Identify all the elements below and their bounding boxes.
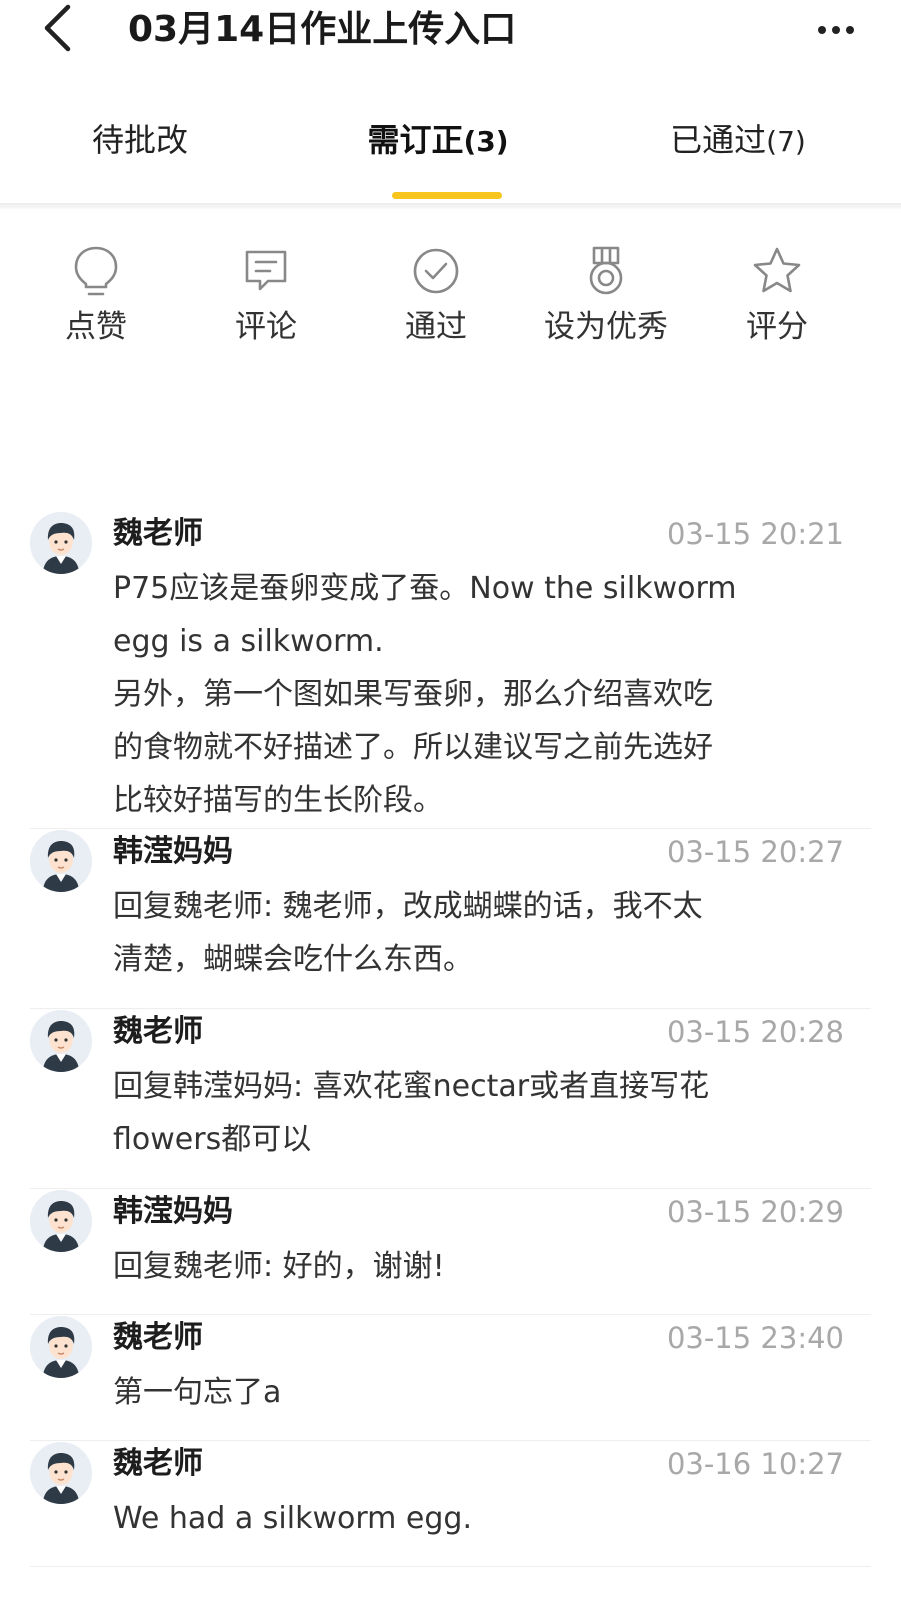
approve-button[interactable]: 通过 bbox=[356, 245, 516, 365]
top-bar: 03月14日作业上传入口 bbox=[0, 0, 901, 62]
comment-text-line: flowers都可以 bbox=[113, 1122, 312, 1157]
tab-count: (3) bbox=[463, 125, 509, 158]
comment-list: 魏老师 03-15 20:21 P75应该是蚕卵变成了蚕。Now the silkw… bbox=[0, 510, 901, 1567]
rate-button[interactable]: 评分 bbox=[697, 245, 857, 365]
comment-timestamp: 03-15 23:40 bbox=[666, 1321, 844, 1355]
tab-label: 需订正 bbox=[367, 121, 464, 159]
action-bar: 点赞 评论 通过 设为优秀 评分 bbox=[0, 245, 901, 365]
comment-text-line: P75应该是蚕卵变成了蚕。Now the silkworm bbox=[113, 571, 737, 606]
comment-item[interactable]: 魏老师 03-15 23:40 第一句忘了a bbox=[0, 1314, 901, 1441]
comment-text-line: 第一句忘了a bbox=[113, 1375, 282, 1410]
comment-timestamp: 03-15 20:21 bbox=[666, 517, 844, 551]
tab-pending-review[interactable]: 待批改 bbox=[92, 118, 188, 162]
comment-text: P75应该是蚕卵变成了蚕。Now the silkworm egg is a si… bbox=[113, 562, 833, 827]
comment-timestamp: 03-16 10:27 bbox=[666, 1447, 844, 1481]
lightbulb-icon bbox=[70, 245, 122, 297]
comment-timestamp: 03-15 20:29 bbox=[666, 1195, 844, 1229]
comment-text-line: egg is a silkworm. bbox=[113, 624, 384, 659]
rate-label: 评分 bbox=[746, 309, 808, 345]
check-circle-icon bbox=[410, 245, 462, 297]
chevron-left-icon bbox=[42, 4, 72, 56]
avatar[interactable] bbox=[30, 1010, 92, 1072]
comment-text-line: 回复魏老师: 魏老师，改成蝴蝶的话，我不太 bbox=[113, 889, 703, 924]
comment-timestamp: 03-15 20:27 bbox=[666, 835, 844, 869]
comment-text-line: 的食物就不好描述了。所以建议写之前先选好 bbox=[113, 730, 713, 765]
like-button[interactable]: 点赞 bbox=[16, 245, 176, 365]
avatar[interactable] bbox=[30, 1190, 92, 1252]
avatar[interactable] bbox=[30, 512, 92, 574]
like-label: 点赞 bbox=[65, 309, 127, 345]
comment-item[interactable]: 魏老师 03-16 10:27 We had a silkworm egg. bbox=[0, 1440, 901, 1567]
comment-icon bbox=[240, 245, 292, 297]
mark-excellent-button[interactable]: 设为优秀 bbox=[526, 245, 686, 365]
more-dots-icon bbox=[818, 26, 826, 34]
star-icon bbox=[751, 245, 803, 297]
comment-item[interactable]: 魏老师 03-15 20:28 回复韩滢妈妈: 喜欢花蜜nectar或者直接写花 fl… bbox=[0, 1008, 901, 1189]
comment-text: 回复魏老师: 好的，谢谢! bbox=[113, 1240, 833, 1293]
back-button[interactable] bbox=[34, 4, 80, 56]
tab-passed[interactable]: 已通过(7) bbox=[670, 118, 806, 162]
comment-text-line: 另外，第一个图如果写蚕卵，那么介绍喜欢吃 bbox=[113, 677, 713, 712]
tab-needs-correction[interactable]: 需订正(3) bbox=[367, 118, 508, 162]
comment-button[interactable]: 评论 bbox=[186, 245, 346, 365]
medal-icon bbox=[580, 245, 632, 297]
commenter-name: 魏老师 bbox=[113, 1446, 203, 1481]
mark-excellent-label: 设为优秀 bbox=[544, 309, 668, 345]
more-options-button[interactable] bbox=[806, 10, 866, 50]
comment-text-line: 比较好描写的生长阶段。 bbox=[113, 783, 443, 818]
commenter-name: 魏老师 bbox=[113, 1320, 203, 1355]
comment-divider bbox=[30, 1566, 871, 1567]
comment-text-line: 回复韩滢妈妈: 喜欢花蜜nectar或者直接写花 bbox=[113, 1069, 710, 1104]
status-tabs: 待批改 需订正(3) 已通过(7) bbox=[0, 100, 901, 202]
tab-label: 已通过 bbox=[670, 121, 767, 159]
page-title: 03月14日作业上传入口 bbox=[128, 9, 517, 50]
commenter-name: 韩滢妈妈 bbox=[113, 834, 233, 869]
avatar[interactable] bbox=[30, 1316, 92, 1378]
active-tab-indicator bbox=[392, 192, 502, 199]
comment-item[interactable]: 魏老师 03-15 20:21 P75应该是蚕卵变成了蚕。Now the silkw… bbox=[0, 510, 901, 829]
tabs-divider bbox=[0, 203, 901, 209]
more-dot bbox=[846, 26, 854, 34]
approve-label: 通过 bbox=[405, 309, 467, 345]
comment-text: 回复魏老师: 魏老师，改成蝴蝶的话，我不太 清楚，蝴蝶会吃什么东西。 bbox=[113, 880, 833, 986]
commenter-name: 魏老师 bbox=[113, 1014, 203, 1049]
comment-text: We had a silkworm egg. bbox=[113, 1492, 833, 1545]
commenter-name: 魏老师 bbox=[113, 516, 203, 551]
comment-item[interactable]: 韩滢妈妈 03-15 20:27 回复魏老师: 魏老师，改成蝴蝶的话，我不太 清楚，蝴… bbox=[0, 828, 901, 1009]
comment-label: 评论 bbox=[235, 309, 297, 345]
comment-text-line: 回复魏老师: 好的，谢谢! bbox=[113, 1249, 445, 1284]
comment-text: 回复韩滢妈妈: 喜欢花蜜nectar或者直接写花 flowers都可以 bbox=[113, 1060, 833, 1166]
comment-item[interactable]: 韩滢妈妈 03-15 20:29 回复魏老师: 好的，谢谢! bbox=[0, 1188, 901, 1315]
more-dot bbox=[832, 26, 840, 34]
comment-text-line: 清楚，蝴蝶会吃什么东西。 bbox=[113, 942, 473, 977]
avatar[interactable] bbox=[30, 830, 92, 892]
tab-label: 待批改 bbox=[91, 121, 189, 159]
comment-text: 第一句忘了a bbox=[113, 1366, 833, 1419]
comment-timestamp: 03-15 20:28 bbox=[666, 1015, 844, 1049]
avatar[interactable] bbox=[30, 1442, 92, 1504]
tab-count: (7) bbox=[766, 125, 806, 158]
comment-text-line: We had a silkworm egg. bbox=[113, 1501, 473, 1536]
commenter-name: 韩滢妈妈 bbox=[113, 1194, 233, 1229]
